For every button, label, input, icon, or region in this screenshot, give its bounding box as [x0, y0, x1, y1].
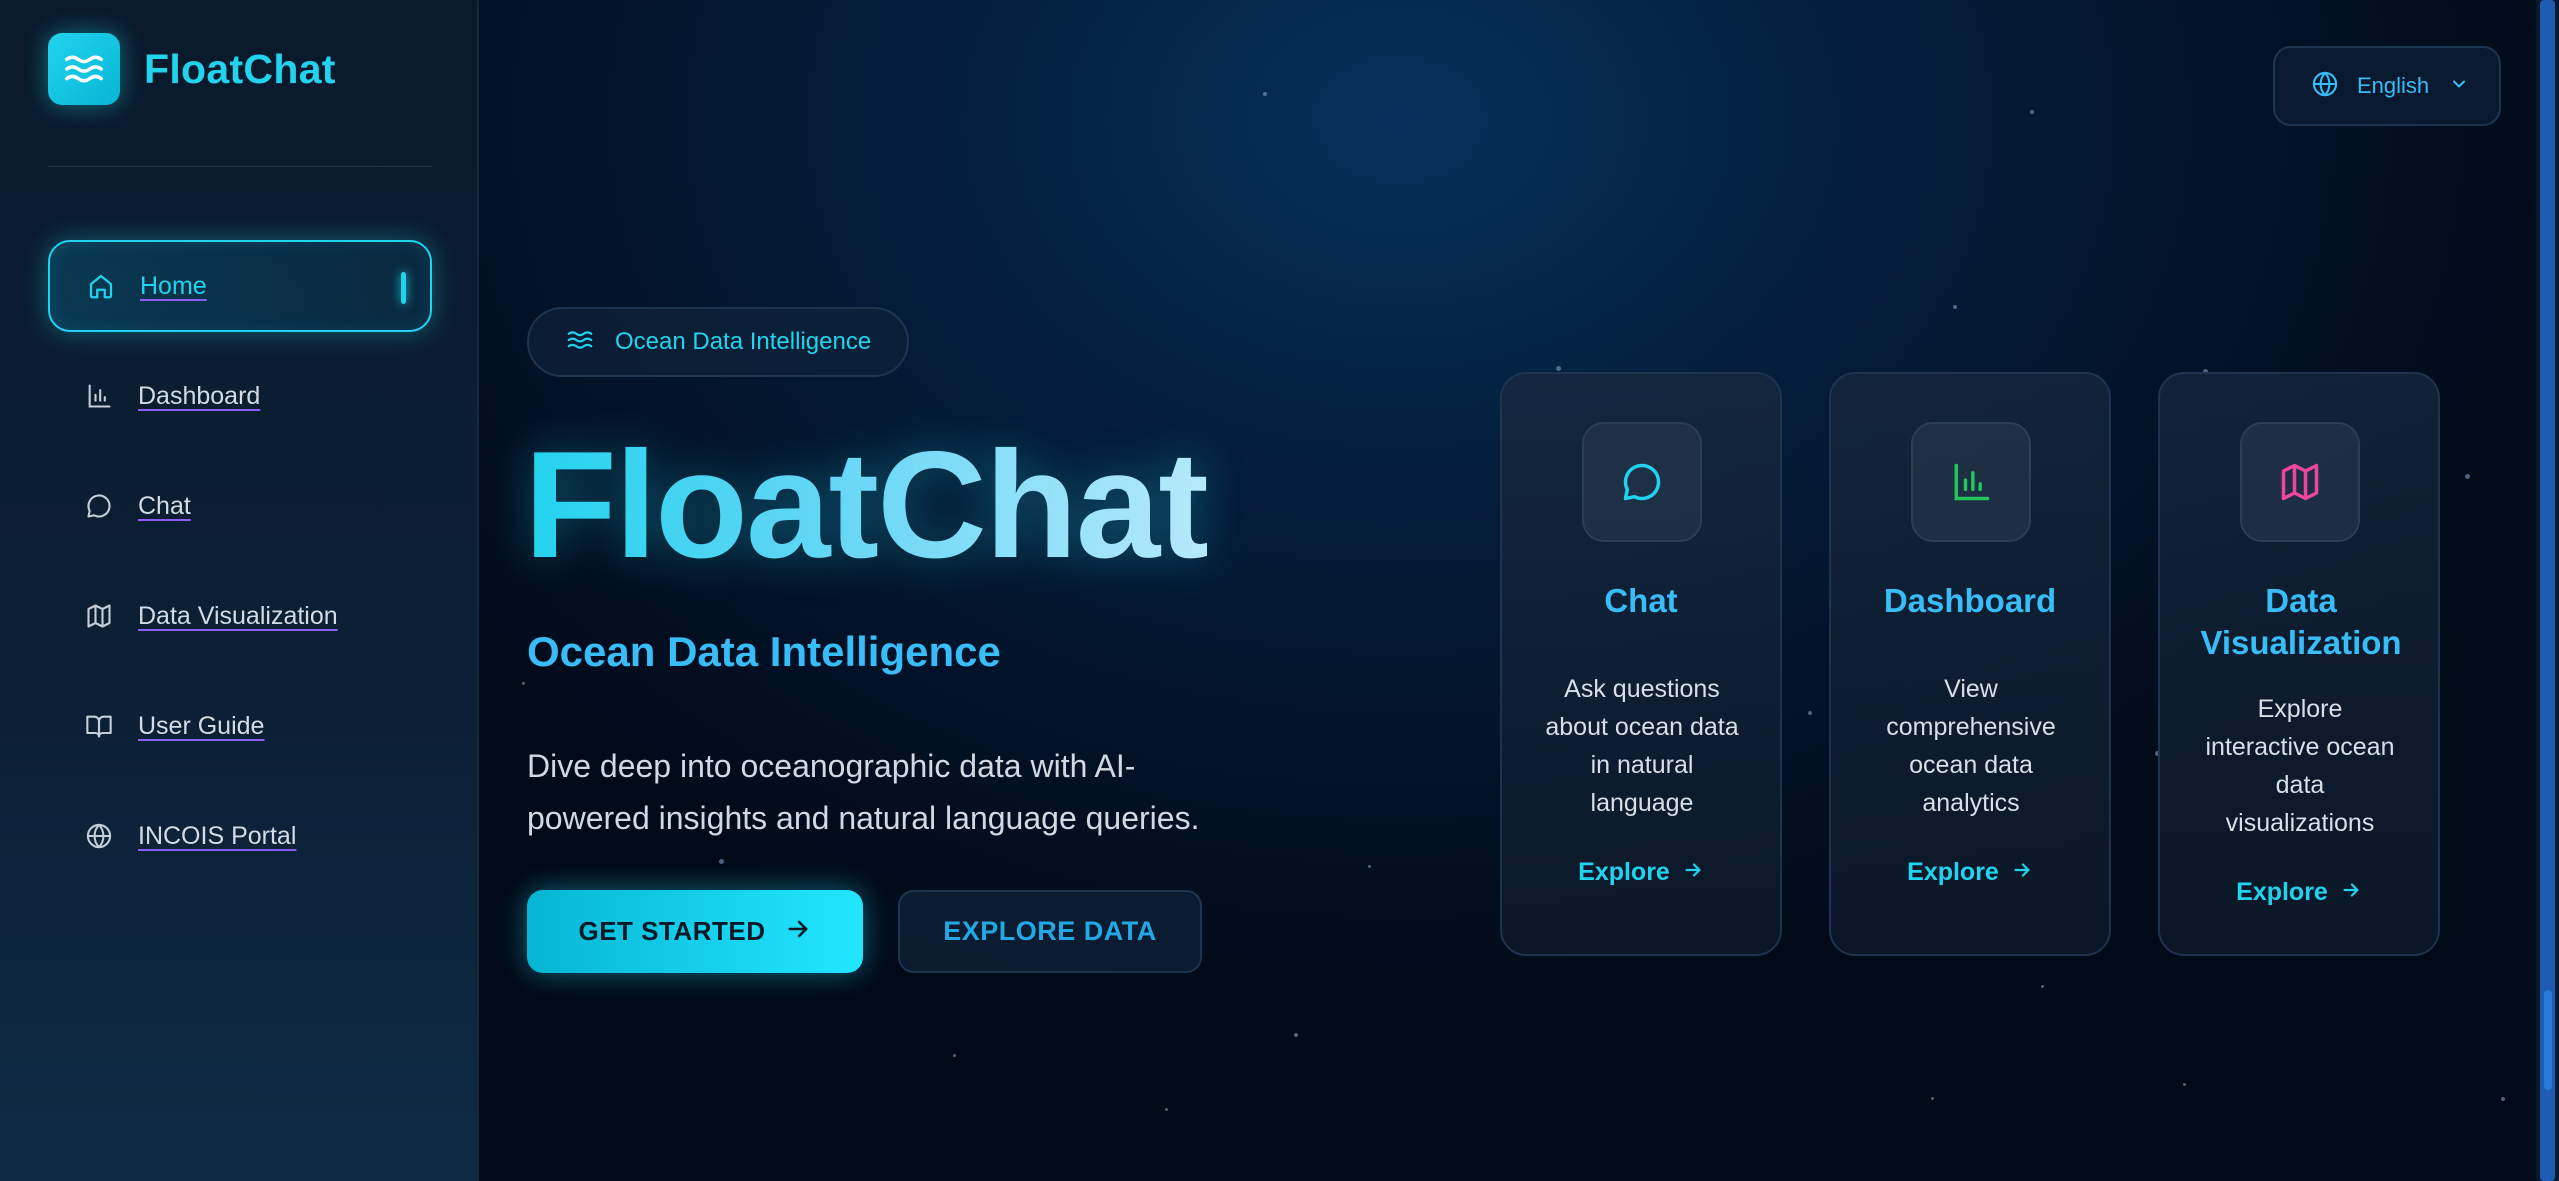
sidebar-item-incois-portal[interactable]: INCOIS Portal	[48, 790, 432, 882]
sidebar-item-label: Dashboard	[138, 381, 261, 410]
sidebar-nav: Home Dashboard Chat Data Visualization U…	[48, 240, 432, 900]
card-description: View comprehensive ocean data analytics	[1886, 675, 2056, 817]
card-description: Ask questions about ocean data in natura…	[1545, 675, 1739, 817]
active-indicator	[401, 272, 406, 304]
sidebar-item-home[interactable]: Home	[48, 240, 432, 332]
language-selector[interactable]: English	[2273, 46, 2501, 126]
arrow-right-icon	[2340, 879, 2362, 906]
explore-data-label: EXPLORE DATA	[943, 916, 1157, 946]
waves-logo-icon	[48, 33, 120, 105]
map-icon	[2240, 422, 2360, 542]
book-icon	[84, 711, 114, 741]
hero-subtitle: Ocean Data Intelligence	[527, 628, 1001, 675]
globe-icon	[84, 821, 114, 851]
hero-badge: Ocean Data Intelligence	[527, 307, 909, 377]
language-label: English	[2357, 73, 2430, 98]
feature-card-data-visualization[interactable]: Data Visualization Explore interactive o…	[2158, 372, 2440, 956]
sidebar-item-label: Data Visualization	[138, 601, 338, 630]
card-description: Explore interactive ocean data visualiza…	[2205, 695, 2395, 837]
explore-data-button[interactable]: EXPLORE DATA	[898, 890, 1202, 973]
card-explore-link[interactable]: Explore	[1502, 858, 1780, 887]
bar-chart-icon	[1911, 422, 2031, 542]
scrollbar-handle[interactable]	[2544, 990, 2552, 1090]
feature-card-chat[interactable]: Chat Ask questions about ocean data in n…	[1500, 372, 1782, 956]
get-started-label: GET STARTED	[578, 916, 766, 946]
card-explore-label: Explore	[2236, 878, 2328, 906]
card-explore-link[interactable]: Explore	[2160, 878, 2438, 907]
sidebar-divider	[48, 166, 432, 167]
card-explore-label: Explore	[1907, 858, 1999, 886]
sidebar-item-dashboard[interactable]: Dashboard	[48, 350, 432, 442]
card-explore-link[interactable]: Explore	[1831, 858, 2109, 887]
arrow-right-icon	[2011, 859, 2033, 886]
sidebar: FloatChat Home Dashboard Chat Data Visua…	[0, 0, 479, 1181]
globe-icon	[2311, 70, 2339, 103]
map-icon	[84, 601, 114, 631]
chat-bubble-icon	[1582, 422, 1702, 542]
sidebar-item-label: INCOIS Portal	[138, 821, 297, 850]
arrow-right-icon	[1682, 859, 1704, 886]
sidebar-item-label: Chat	[138, 491, 191, 520]
card-title: Data Visualization	[2200, 582, 2402, 661]
arrow-right-icon	[784, 915, 812, 948]
feature-card-dashboard[interactable]: Dashboard View comprehensive ocean data …	[1829, 372, 2111, 956]
get-started-button[interactable]: GET STARTED	[527, 890, 863, 973]
brand[interactable]: FloatChat	[48, 33, 336, 105]
sidebar-item-data-visualization[interactable]: Data Visualization	[48, 570, 432, 662]
sidebar-item-label: User Guide	[138, 711, 265, 740]
card-title: Chat	[1604, 582, 1678, 619]
sidebar-item-label: Home	[140, 271, 207, 300]
home-icon	[86, 271, 116, 301]
chat-bubble-icon	[84, 491, 114, 521]
card-explore-label: Explore	[1578, 858, 1670, 886]
chevron-down-icon	[2449, 74, 2469, 99]
hero-badge-label: Ocean Data Intelligence	[615, 328, 872, 355]
bar-chart-icon	[84, 381, 114, 411]
sidebar-item-chat[interactable]: Chat	[48, 460, 432, 552]
brand-name: FloatChat	[144, 45, 336, 92]
sidebar-item-user-guide[interactable]: User Guide	[48, 680, 432, 772]
hero-description: Dive deep into oceanographic data with A…	[527, 748, 1200, 836]
waves-icon	[565, 325, 595, 360]
hero-title: FloatChat	[524, 420, 1209, 590]
card-title: Dashboard	[1883, 582, 2057, 619]
